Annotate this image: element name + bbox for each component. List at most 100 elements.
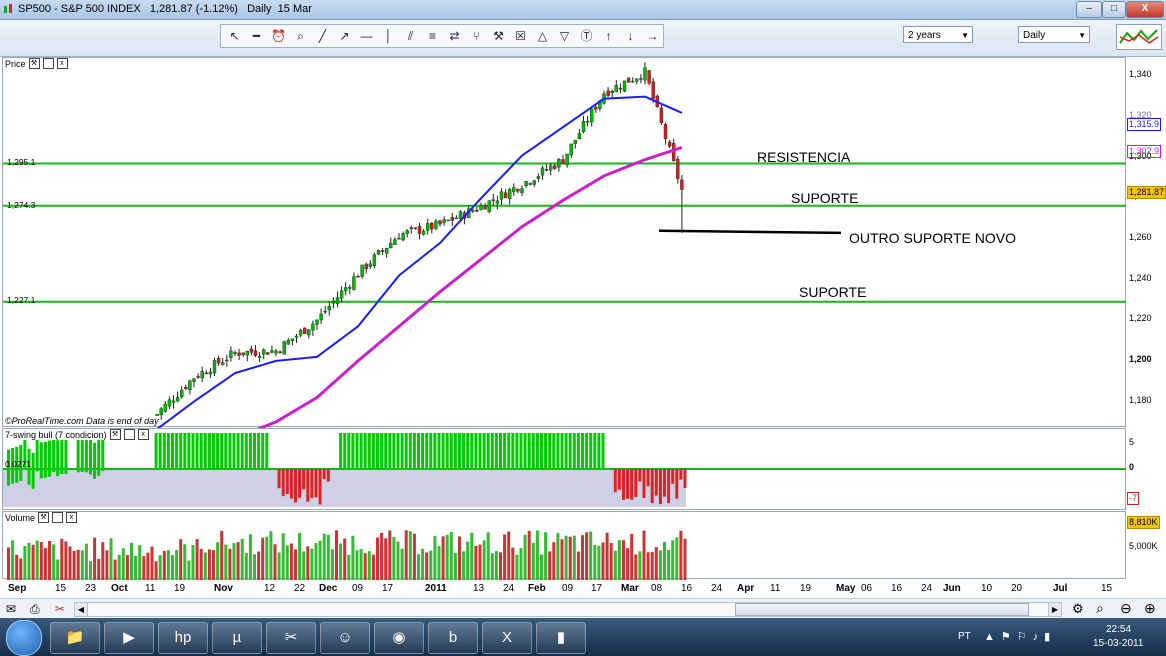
- media-player-icon[interactable]: ▶: [104, 622, 154, 654]
- swing-bar: [622, 469, 625, 500]
- zoom-icon[interactable]: ⌕: [291, 27, 310, 46]
- swing-bar: [560, 433, 564, 469]
- chart-style-button[interactable]: [1116, 24, 1162, 50]
- wrench-icon[interactable]: ⚒: [28, 58, 40, 69]
- volume-panel: Volume ⚒ x: [2, 511, 1126, 580]
- arrow-right-icon[interactable]: →: [643, 27, 662, 46]
- excel-icon[interactable]: X: [482, 622, 532, 654]
- pitchfork-icon[interactable]: ⑂: [467, 27, 486, 46]
- close-icon[interactable]: x: [66, 512, 78, 523]
- volume-bar: [671, 540, 675, 580]
- volume-bar: [527, 530, 531, 580]
- period-select[interactable]: 2 years ▼: [903, 26, 973, 43]
- swing-bar: [39, 442, 43, 479]
- browser-icon[interactable]: b: [428, 622, 478, 654]
- scroll-left-icon[interactable]: ◀: [75, 603, 88, 616]
- triangle-up-icon[interactable]: △: [533, 27, 552, 46]
- close-icon[interactable]: x: [56, 58, 68, 69]
- swing-bar: [548, 433, 552, 469]
- volume-bar: [175, 550, 179, 580]
- candle-body: [426, 223, 430, 231]
- start-button[interactable]: [6, 620, 42, 656]
- language-indicator[interactable]: PT: [958, 631, 971, 642]
- vline-icon[interactable]: │: [379, 27, 398, 46]
- window-icon[interactable]: [52, 512, 64, 523]
- volume-panel-header: Volume ⚒ x: [5, 512, 81, 523]
- swing-bar: [93, 442, 97, 479]
- volume-bar: [56, 559, 60, 580]
- arrow-down-icon[interactable]: ↓: [621, 27, 640, 46]
- ruler-icon[interactable]: ━: [247, 27, 266, 46]
- swing-bar: [675, 469, 679, 499]
- maximize-button[interactable]: □: [1102, 1, 1126, 18]
- line-icon[interactable]: ╱: [313, 27, 332, 46]
- volume-last-box: 8,810K: [1127, 516, 1160, 529]
- swing-bar: [466, 433, 470, 469]
- window-titlebar: SP500 - S&P 500 INDEX 1,281.87 (-1.12%) …: [0, 0, 1166, 20]
- print-icon[interactable]: ⎙: [30, 602, 40, 617]
- zoom-in-icon[interactable]: ⊕: [1144, 600, 1156, 617]
- zoom-fit-icon[interactable]: ⚙: [1072, 601, 1084, 617]
- zoom-area-icon[interactable]: ⌕: [1096, 600, 1104, 617]
- fib-icon[interactable]: ≡: [423, 27, 442, 46]
- window-icon[interactable]: [123, 429, 135, 440]
- wrench-icon[interactable]: ⚒: [109, 429, 121, 440]
- triangle-down-icon[interactable]: ▽: [555, 27, 574, 46]
- swing-bar: [64, 437, 68, 474]
- tray-icons[interactable]: ▲⚑⚐♪▮: [984, 630, 1056, 643]
- candle-body: [225, 359, 229, 362]
- channel-icon[interactable]: ⫽: [401, 27, 420, 46]
- candle-body: [184, 387, 188, 389]
- swing-background: [3, 469, 686, 507]
- trash-icon[interactable]: ☒: [511, 27, 530, 46]
- alarm-icon[interactable]: ⏰: [269, 27, 288, 46]
- close-icon[interactable]: x: [137, 429, 149, 440]
- volume-bar: [150, 546, 154, 580]
- swing-bar: [203, 433, 207, 469]
- scroll-right-icon[interactable]: ▶: [1048, 603, 1061, 616]
- text-icon[interactable]: Ⓣ: [577, 27, 596, 46]
- interval-value: Daily: [1023, 30, 1046, 41]
- window-icon[interactable]: [42, 58, 54, 69]
- hline-icon[interactable]: —: [357, 27, 376, 46]
- scroll-thumb[interactable]: [735, 603, 1029, 616]
- x-tick: 16: [681, 583, 693, 594]
- cursor-icon[interactable]: ↖: [225, 27, 244, 46]
- interval-select[interactable]: Daily ▼: [1018, 26, 1090, 43]
- wrench-icon[interactable]: ⚒: [38, 512, 50, 523]
- swing-bar: [84, 436, 88, 473]
- minimize-button[interactable]: –: [1076, 1, 1102, 18]
- utorrent-icon[interactable]: µ: [212, 622, 262, 654]
- ray-icon[interactable]: ↗: [335, 27, 354, 46]
- zoom-out-icon[interactable]: ⊖: [1120, 600, 1132, 617]
- volume-bar: [269, 531, 273, 580]
- volume-bar: [203, 552, 207, 580]
- tools-icon[interactable]: ⚒: [489, 27, 508, 46]
- hp-icon[interactable]: hp: [158, 622, 208, 654]
- price-axis: 1,340 1,320 1,300 1,280 1,260 1,240 1,22…: [1126, 57, 1166, 427]
- arrows-icon[interactable]: ⇄: [445, 27, 464, 46]
- arrow-up-icon[interactable]: ↑: [599, 27, 618, 46]
- tool-icon[interactable]: ✂: [266, 622, 316, 654]
- app-chart-icon: [4, 4, 12, 13]
- swing-bar: [396, 433, 400, 469]
- close-button[interactable]: X: [1126, 1, 1164, 18]
- windows-taskbar: 📁 ▶ hp µ ✂ ☺ ◉ b X ▮ PT ▲⚑⚐♪▮ 22:54 15-0…: [0, 618, 1166, 656]
- firefox-icon[interactable]: ◉: [374, 622, 424, 654]
- swing-bar: [355, 433, 359, 469]
- swing-bar: [158, 433, 162, 469]
- swing-bar: [347, 433, 351, 469]
- mail-icon[interactable]: ✉: [6, 602, 16, 616]
- prorealtime-icon[interactable]: ▮: [536, 622, 586, 654]
- swing-bar: [654, 469, 658, 496]
- users-icon[interactable]: ☺: [320, 622, 370, 654]
- bottom-scrollbar[interactable]: ✉ ⎙ ✂ ◀ ▶ ⚙ ⌕ ⊖ ⊕: [0, 598, 1166, 619]
- swing-panel: 7-swing bull (7 condicion) ⚒ x 0.0271: [2, 428, 1127, 510]
- explorer-icon[interactable]: 📁: [50, 622, 100, 654]
- scissors-icon[interactable]: ✂: [55, 602, 65, 616]
- volume-bar: [158, 555, 162, 580]
- volume-bar: [535, 530, 539, 580]
- volume-bar: [363, 553, 367, 580]
- scroll-track[interactable]: ◀ ▶: [74, 602, 1062, 617]
- swing-bar: [216, 433, 220, 469]
